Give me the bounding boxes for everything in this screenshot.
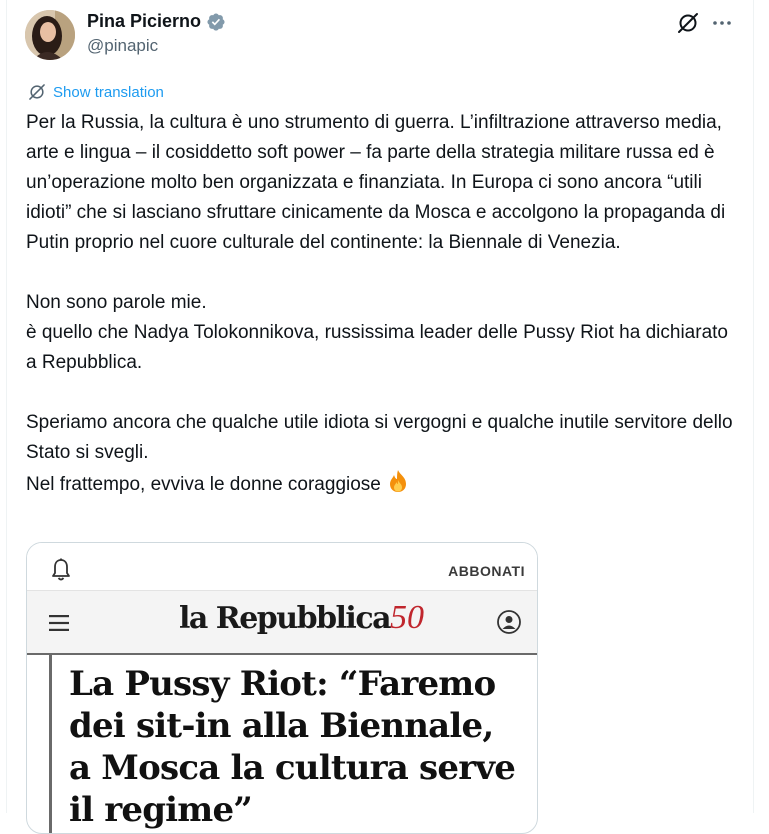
author-name[interactable]: Pina Picierno (87, 11, 201, 32)
show-translation-label[interactable]: Show translation (53, 84, 164, 101)
author-name-row: Pina Picierno (87, 11, 226, 32)
logo-anniversary-number: 50 (390, 599, 425, 636)
show-translation-button[interactable]: Show translation (27, 82, 164, 102)
verified-badge-icon (207, 12, 225, 31)
author-handle[interactable]: @pinapic (87, 36, 158, 56)
tweet-paragraph-3-wrap: Speriamo ancora che qualche utile idiota… (26, 408, 736, 500)
grok-icon[interactable] (676, 11, 700, 35)
repubblica-logo[interactable]: la Repubblica50 (179, 599, 424, 637)
article-card[interactable]: ABBONATI la Repubblica50 La Pussy Riot: … (26, 542, 538, 834)
subscribe-link[interactable]: ABBONATI (448, 563, 525, 579)
hamburger-menu-icon[interactable] (49, 615, 69, 631)
card-rule (27, 653, 537, 655)
avatar-image (25, 10, 75, 60)
article-headline[interactable]: La Pussy Riot: “Faremo dei sit-in alla B… (69, 663, 519, 831)
bell-icon[interactable] (50, 558, 72, 582)
tweet-paragraph-3: Speriamo ancora che qualche utile idiota… (26, 412, 733, 495)
more-options-icon[interactable] (710, 11, 734, 35)
tweet-paragraph-2: Non sono parole mie. è quello che Nadya … (26, 292, 728, 373)
fire-emoji-icon (389, 470, 406, 492)
tweet-text: Per la Russia, la cultura è uno strument… (26, 108, 736, 500)
tweet-paragraph-1: Per la Russia, la cultura è uno strument… (26, 112, 731, 253)
user-account-icon[interactable] (496, 609, 522, 635)
paragraph-spacer (26, 378, 736, 408)
paragraph-spacer (26, 258, 736, 288)
author-avatar[interactable] (25, 10, 75, 60)
logo-text: la Repubblica (179, 601, 392, 636)
translate-icon (29, 84, 45, 100)
card-top-bar: ABBONATI (27, 543, 537, 589)
card-nav-bar: la Repubblica50 (27, 591, 537, 653)
card-accent-bar (49, 655, 52, 833)
